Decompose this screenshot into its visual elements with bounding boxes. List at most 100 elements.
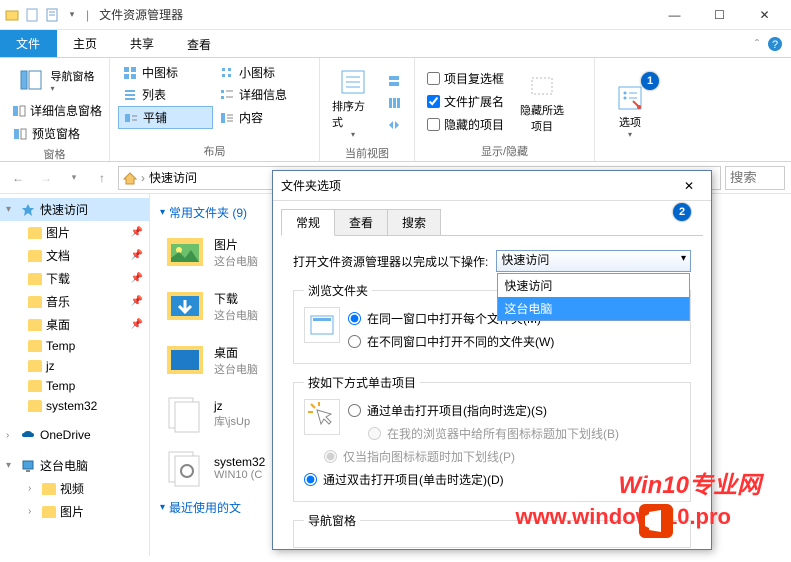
browse-icon xyxy=(304,307,340,343)
single-click-radio[interactable]: 通过单击打开项目(指向时选定)(S) xyxy=(348,399,680,422)
sidebar-item-system32[interactable]: system32 xyxy=(0,396,149,416)
pin-icon: 📌 xyxy=(131,296,143,307)
item-checkboxes-toggle[interactable]: 项目复选框 xyxy=(423,68,508,89)
tab-view[interactable]: 查看 xyxy=(171,30,228,57)
content-button[interactable]: 内容 xyxy=(215,106,310,129)
sidebar-item-documents[interactable]: 文档📌 xyxy=(0,244,149,267)
dropdown-opt-thispc[interactable]: 这台电脑 xyxy=(498,297,689,320)
hidden-items-toggle[interactable]: 隐藏的项目 xyxy=(423,114,508,135)
sidebar-item-music[interactable]: 音乐📌 xyxy=(0,290,149,313)
folder-icon xyxy=(28,400,42,412)
forward-button[interactable]: → xyxy=(34,166,58,190)
dialog-tabs: 常规 查看 搜索 2 xyxy=(273,201,711,236)
qat-new-icon[interactable] xyxy=(24,7,40,23)
open-explorer-select[interactable]: 快速访问 ▾ 快速访问 这台电脑 xyxy=(496,250,691,272)
sidebar-item-temp2[interactable]: Temp xyxy=(0,376,149,396)
underline-browser-radio: 在我的浏览器中给所有图标标题加下划线(B) xyxy=(348,422,680,445)
list-button[interactable]: 列表 xyxy=(118,84,213,105)
dialog-tab-general[interactable]: 常规 xyxy=(281,209,335,236)
pin-icon: 📌 xyxy=(131,227,143,238)
home-icon xyxy=(123,171,137,185)
close-button[interactable]: ✕ xyxy=(742,1,787,29)
qat-properties-icon[interactable] xyxy=(44,7,60,23)
medium-icons-button[interactable]: 中图标 xyxy=(118,62,213,83)
back-button[interactable]: ← xyxy=(6,166,30,190)
sidebar-item-downloads[interactable]: 下载📌 xyxy=(0,267,149,290)
folder-icon xyxy=(42,506,56,518)
sort-by-label: 排序方式 xyxy=(332,98,374,130)
hide-selected-button[interactable]: 隐藏所选项目 xyxy=(512,62,572,141)
sort-by-button[interactable]: 排序方式 ▾ xyxy=(328,62,378,143)
pane-group-label: 窗格 xyxy=(8,146,101,162)
minimize-button[interactable]: — xyxy=(652,1,697,29)
pc-icon xyxy=(20,458,36,474)
sidebar-this-pc[interactable]: ▾这台电脑 xyxy=(0,454,149,477)
group-by-button[interactable] xyxy=(382,71,406,91)
folder-icon xyxy=(42,483,56,495)
dialog-tab-view[interactable]: 查看 xyxy=(334,209,388,236)
sidebar-item-desktop[interactable]: 桌面📌 xyxy=(0,313,149,336)
open-explorer-label: 打开文件资源管理器以完成以下操作: xyxy=(293,253,488,270)
add-columns-button[interactable] xyxy=(382,93,406,113)
tab-file[interactable]: 文件 xyxy=(0,30,57,57)
underline-point-radio: 仅当指向图标标题时加下划线(P) xyxy=(304,445,680,468)
pin-icon: 📌 xyxy=(131,250,143,261)
recent-dropdown[interactable]: ▾ xyxy=(62,166,86,190)
breadcrumb-sep[interactable]: › xyxy=(141,171,145,185)
options-label: 选项 xyxy=(619,114,641,130)
preview-pane-button[interactable]: 预览窗格 xyxy=(8,123,101,144)
system32-thumb-icon xyxy=(164,447,206,489)
size-columns-button[interactable] xyxy=(382,115,406,135)
titlebar: ▾ | 文件资源管理器 — ☐ ✕ xyxy=(0,0,791,30)
title-divider: | xyxy=(86,8,89,22)
diff-window-radio[interactable]: 在不同窗口中打开不同的文件夹(W) xyxy=(348,330,680,353)
dropdown-opt-quickaccess[interactable]: 快速访问 xyxy=(498,274,689,297)
sidebar-quick-access[interactable]: ▾ 快速访问 xyxy=(0,198,149,221)
hide-selected-label: 隐藏所选项目 xyxy=(516,102,568,134)
help-icon[interactable]: ? xyxy=(767,36,783,52)
dialog-titlebar[interactable]: 文件夹选项 ✕ xyxy=(273,171,711,201)
annotation-1: 1 xyxy=(641,72,659,90)
folder-icon xyxy=(28,250,42,262)
dialog-tab-search[interactable]: 搜索 xyxy=(387,209,441,236)
folder-icon xyxy=(28,360,42,372)
details-pane-button[interactable]: 详细信息窗格 xyxy=(8,100,101,121)
up-button[interactable]: ↑ xyxy=(90,166,114,190)
sidebar-item-pictures[interactable]: 图片📌 xyxy=(0,221,149,244)
maximize-button[interactable]: ☐ xyxy=(697,1,742,29)
small-icons-button[interactable]: 小图标 xyxy=(215,62,310,83)
nav-pane-label: 导航窗格 xyxy=(51,68,95,84)
breadcrumb-current[interactable]: 快速访问 xyxy=(149,169,197,186)
click-items-legend: 按如下方式单击项目 xyxy=(304,374,420,391)
sidebar-item-temp[interactable]: Temp xyxy=(0,336,149,356)
chevron-down-icon: ▾ xyxy=(681,253,686,264)
folder-icon xyxy=(28,340,42,352)
sidebar-onedrive[interactable]: ›OneDrive xyxy=(0,424,149,446)
qat-dropdown-icon[interactable]: ▾ xyxy=(64,7,80,23)
sidebar-item-video[interactable]: ›视频 xyxy=(0,477,149,500)
sidebar-item-jz[interactable]: jz xyxy=(0,356,149,376)
showhide-group-label: 显示/隐藏 xyxy=(423,143,586,159)
dialog-close-button[interactable]: ✕ xyxy=(675,179,703,193)
nav-pane-button[interactable]: 导航窗格▾ xyxy=(8,62,101,98)
details-button[interactable]: 详细信息 xyxy=(215,84,310,105)
cloud-icon xyxy=(20,427,36,443)
star-icon xyxy=(20,202,36,218)
sidebar-item-pictures2[interactable]: ›图片 xyxy=(0,500,149,523)
window-title: 文件资源管理器 xyxy=(99,6,183,23)
folder-icon xyxy=(28,273,42,285)
nav-pane-legend: 导航窗格 xyxy=(304,512,360,529)
ribbon-collapse-icon[interactable]: ˆ xyxy=(755,37,759,51)
currentview-group-label: 当前视图 xyxy=(328,145,406,161)
double-click-radio[interactable]: 通过双击打开项目(单击时选定)(D) xyxy=(304,468,680,491)
file-ext-toggle[interactable]: 文件扩展名 xyxy=(423,91,508,112)
tab-home[interactable]: 主页 xyxy=(57,30,114,57)
nav-sidebar: ▾ 快速访问 图片📌 文档📌 下载📌 音乐📌 桌面📌 Temp jz Temp … xyxy=(0,194,150,556)
dialog-body: 打开文件资源管理器以完成以下操作: 快速访问 ▾ 快速访问 这台电脑 浏览文件夹… xyxy=(281,235,703,562)
annotation-2: 2 xyxy=(673,203,691,221)
tiles-button[interactable]: 平铺 xyxy=(118,106,213,129)
pictures-thumb-icon xyxy=(164,231,206,273)
search-input[interactable] xyxy=(725,166,785,190)
tab-share[interactable]: 共享 xyxy=(114,30,171,57)
click-icon xyxy=(304,399,340,435)
